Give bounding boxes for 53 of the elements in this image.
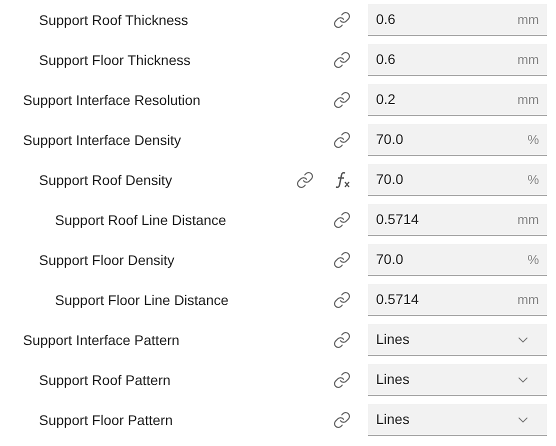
number-field[interactable]: 0.5714 mm bbox=[368, 284, 547, 316]
unit-label: % bbox=[527, 170, 539, 189]
number-field[interactable]: 70.0 % bbox=[368, 164, 547, 196]
number-field[interactable]: 0.6 mm bbox=[368, 44, 547, 76]
link-icon[interactable] bbox=[333, 251, 351, 269]
link-icon[interactable] bbox=[333, 131, 351, 149]
dropdown-value: Lines bbox=[376, 330, 410, 349]
dropdown[interactable]: Lines bbox=[368, 404, 547, 436]
number-field[interactable]: 0.5714 mm bbox=[368, 204, 547, 236]
field-value: 70.0 bbox=[376, 250, 404, 269]
setting-label: Support Interface Pattern bbox=[22, 330, 180, 350]
setting-label: Support Roof Density bbox=[38, 170, 174, 190]
link-icon[interactable] bbox=[333, 51, 351, 69]
link-icon[interactable] bbox=[333, 11, 351, 29]
number-field[interactable]: 0.6 mm bbox=[368, 4, 547, 36]
unit-label: mm bbox=[517, 90, 539, 109]
setting-label: Support Roof Thickness bbox=[38, 10, 190, 30]
dropdown[interactable]: Lines bbox=[368, 324, 547, 356]
setting-label: Support Floor Density bbox=[38, 250, 176, 270]
field-value: 70.0 bbox=[376, 130, 404, 149]
unit-label: % bbox=[527, 130, 539, 149]
field-value: 0.5714 bbox=[376, 210, 419, 229]
field-value: 0.5714 bbox=[376, 290, 419, 309]
link-icon[interactable] bbox=[333, 291, 351, 309]
field-value: 0.2 bbox=[376, 90, 396, 109]
setting-label: Support Interface Density bbox=[22, 130, 182, 150]
field-value: 0.6 bbox=[376, 10, 396, 29]
setting-label: Support Floor Thickness bbox=[38, 50, 192, 70]
unit-label: mm bbox=[517, 290, 539, 309]
field-value: 0.6 bbox=[376, 50, 396, 69]
setting-label: Support Floor Pattern bbox=[38, 410, 174, 430]
link-icon[interactable] bbox=[333, 211, 351, 229]
unit-label: % bbox=[527, 250, 539, 269]
link-icon[interactable] bbox=[296, 171, 314, 189]
dropdown[interactable]: Lines bbox=[368, 364, 547, 396]
link-icon[interactable] bbox=[333, 91, 351, 109]
field-value: 70.0 bbox=[376, 170, 404, 189]
setting-label: Support Floor Line Distance bbox=[54, 290, 230, 310]
link-icon[interactable] bbox=[333, 331, 351, 349]
unit-label: mm bbox=[517, 210, 539, 229]
setting-label: Support Interface Resolution bbox=[22, 90, 202, 110]
link-icon[interactable] bbox=[333, 371, 351, 389]
number-field[interactable]: 70.0 % bbox=[368, 244, 547, 276]
link-icon[interactable] bbox=[333, 411, 351, 429]
dropdown-value: Lines bbox=[376, 410, 410, 429]
number-field[interactable]: 70.0 % bbox=[368, 124, 547, 156]
setting-label: Support Roof Line Distance bbox=[54, 210, 228, 230]
unit-label: mm bbox=[517, 10, 539, 29]
dropdown-value: Lines bbox=[376, 370, 410, 389]
unit-label: mm bbox=[517, 50, 539, 69]
setting-label: Support Roof Pattern bbox=[38, 370, 172, 390]
number-field[interactable]: 0.2 mm bbox=[368, 84, 547, 116]
function-icon[interactable] bbox=[333, 171, 351, 189]
